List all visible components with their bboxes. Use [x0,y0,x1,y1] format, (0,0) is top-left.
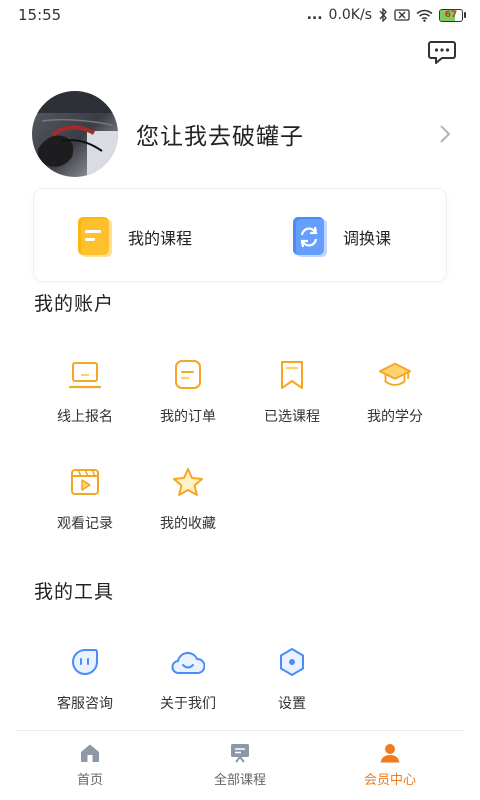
network-speed: 0.0K/s [328,7,372,23]
more-dots: ... [306,7,323,23]
laptop-icon [69,362,101,389]
star-icon [173,468,203,496]
my-credits-item[interactable]: 我的学分 [343,358,447,426]
username: 您让我去破罐子 [136,124,304,150]
bookmark-icon [281,361,303,389]
status-bar: 15:55 ... 0.0K/s 67 [0,0,480,30]
status-icons: ... 0.0K/s 67 [307,7,466,23]
wifi-icon [416,9,433,22]
tools-section-title: 我的工具 [34,581,115,603]
settings-label: 设置 [278,696,306,712]
chevron-right-icon [440,125,451,143]
video-history-icon [71,469,99,495]
customer-service-label: 客服咨询 [57,696,113,712]
watch-history-item[interactable]: 观看记录 [33,465,137,533]
graduation-cap-icon [378,362,412,386]
order-icon [175,360,201,389]
tab-all-courses-label: 全部课程 [213,773,266,788]
online-signup-item[interactable]: 线上报名 [33,358,137,426]
tab-member-center[interactable]: 会员中心 [340,743,440,788]
about-us-label: 关于我们 [160,696,216,712]
settings-icon [280,648,304,676]
tab-member-center-label: 会员中心 [363,773,416,788]
watch-history-label: 观看记录 [57,516,113,532]
about-us-item[interactable]: 关于我们 [136,645,240,713]
user-icon [380,744,400,763]
courses-board-icon [231,744,249,763]
document-icon [78,217,112,257]
my-favorites-label: 我的收藏 [160,516,216,532]
refresh-icon [293,217,327,257]
tab-home-label: 首页 [76,773,103,788]
settings-item[interactable]: 设置 [240,645,344,713]
profile-row[interactable]: 您让我去破罐子 [32,90,452,178]
avatar[interactable] [32,91,118,177]
my-courses-label: 我的课程 [128,229,193,248]
tab-all-courses[interactable]: 全部课程 [190,743,290,788]
bottom-tab-bar: 首页 全部课程 会员中心 [16,730,464,800]
battery-level: 67 [444,10,458,20]
no-sim-icon [394,9,410,21]
battery-icon: 67 [439,8,466,22]
account-section-title: 我的账户 [34,293,115,315]
online-signup-label: 线上报名 [57,409,113,425]
bluetooth-icon [379,8,387,22]
my-favorites-item[interactable]: 我的收藏 [136,465,240,533]
chat-bubble-icon[interactable] [428,40,456,66]
tab-home[interactable]: 首页 [40,743,140,788]
cloud-smile-icon [171,651,205,674]
my-orders-label: 我的订单 [160,409,216,425]
customer-service-icon [72,649,98,675]
customer-service-item[interactable]: 客服咨询 [33,645,137,713]
my-credits-label: 我的学分 [367,409,423,425]
quick-links-card: 我的课程 调换课 [33,188,447,282]
status-time: 15:55 [18,6,62,24]
selected-courses-item[interactable]: 已选课程 [240,358,344,426]
change-course-link[interactable]: 调换课 [293,217,391,257]
my-courses-link[interactable]: 我的课程 [78,217,192,257]
selected-courses-label: 已选课程 [264,409,320,425]
my-orders-item[interactable]: 我的订单 [136,358,240,426]
change-course-label: 调换课 [343,229,392,248]
home-icon [81,744,99,762]
